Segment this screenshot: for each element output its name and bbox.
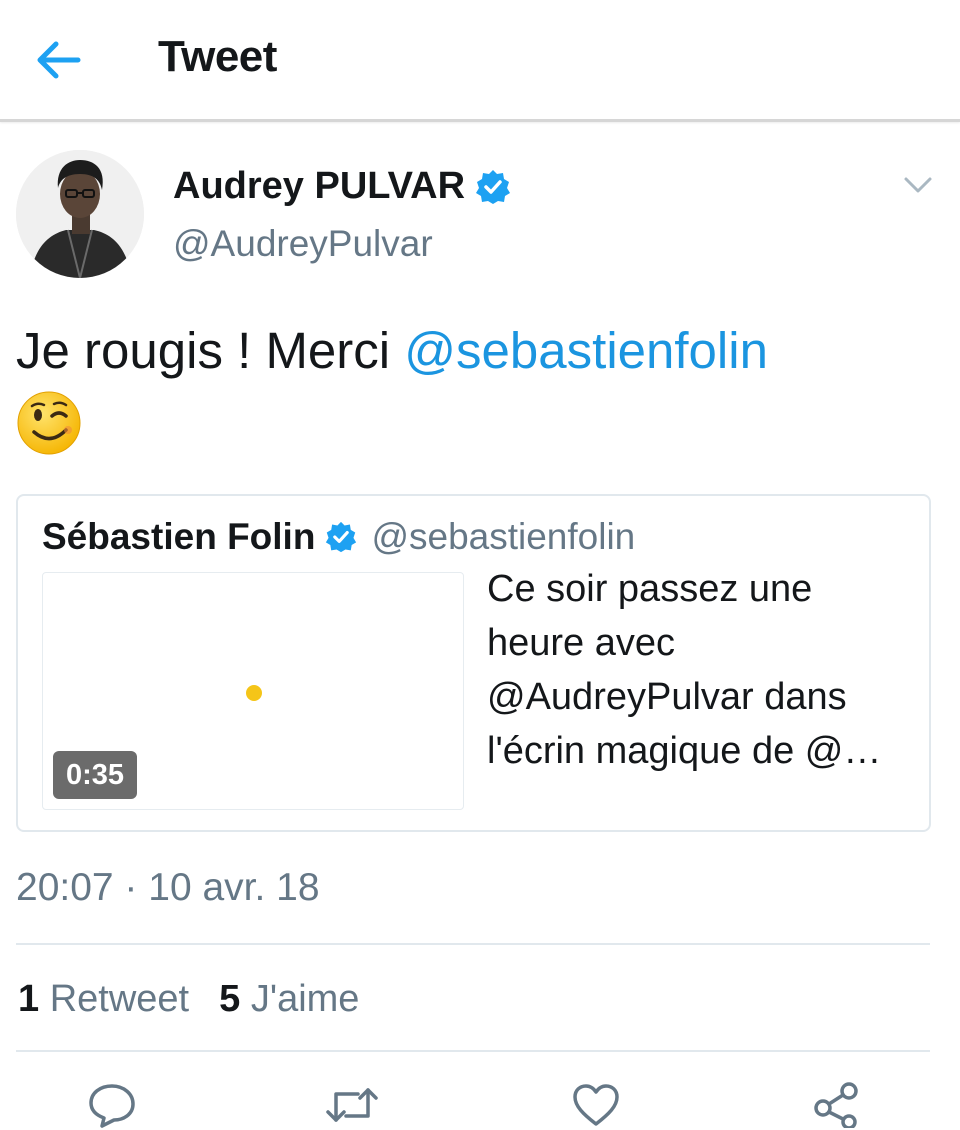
author-name: Audrey PULVAR	[173, 165, 466, 207]
divider	[16, 943, 930, 945]
author-handle[interactable]: @AudreyPulvar	[173, 223, 433, 265]
page-title: Tweet	[158, 32, 277, 81]
winking-face-emoji-icon	[16, 390, 82, 472]
quote-text: Ce soir passez une heure avec @AudreyPul…	[487, 568, 882, 772]
quoted-tweet-card[interactable]: Sébastien Folin @sebastienfolin 0:35 Ce …	[16, 494, 931, 832]
loading-dot-icon	[246, 685, 262, 701]
reply-icon	[89, 1084, 135, 1128]
quote-header: Sébastien Folin @sebastienfolin	[42, 516, 635, 558]
quote-author-handle: @sebastienfolin	[371, 516, 636, 557]
divider	[16, 1050, 930, 1052]
author-name-row[interactable]: Audrey PULVAR	[173, 165, 511, 208]
share-icon	[814, 1082, 858, 1128]
like-button[interactable]	[566, 1080, 626, 1130]
video-duration-badge: 0:35	[53, 751, 137, 799]
tweet-timestamp: 20:07 · 10 avr. 18	[16, 866, 320, 909]
back-arrow-icon	[37, 41, 81, 79]
share-button[interactable]	[806, 1080, 866, 1130]
retweets-count: 1	[18, 978, 40, 1020]
tweet-text: Je rougis ! Merci @sebastienfolin	[16, 318, 946, 472]
tweet-stats: 1 Retweet 5 J'aime	[18, 978, 359, 1021]
back-button[interactable]	[28, 34, 88, 86]
quote-author-name: Sébastien Folin	[42, 516, 316, 557]
mention-link[interactable]: @sebastienfolin	[404, 322, 768, 379]
verified-badge-icon	[326, 521, 357, 553]
likes-count: 5	[219, 978, 241, 1020]
avatar-image	[16, 150, 144, 278]
heart-icon	[573, 1084, 619, 1126]
chevron-down-icon	[904, 177, 932, 193]
tweet-text-body: Je rougis ! Merci	[16, 322, 405, 379]
retweet-button[interactable]	[322, 1080, 382, 1130]
retweets-stat[interactable]: 1 Retweet	[18, 978, 189, 1021]
top-app-bar: Tweet	[0, 0, 960, 122]
likes-stat[interactable]: 5 J'aime	[219, 978, 359, 1021]
likes-label: J'aime	[250, 978, 360, 1020]
tweet-menu-button[interactable]	[900, 170, 936, 200]
retweets-label: Retweet	[49, 978, 190, 1020]
video-thumbnail[interactable]: 0:35	[42, 572, 464, 810]
verified-badge-icon	[476, 169, 511, 204]
retweet-icon	[326, 1088, 378, 1122]
reply-button[interactable]	[82, 1080, 142, 1130]
avatar[interactable]	[16, 150, 144, 278]
